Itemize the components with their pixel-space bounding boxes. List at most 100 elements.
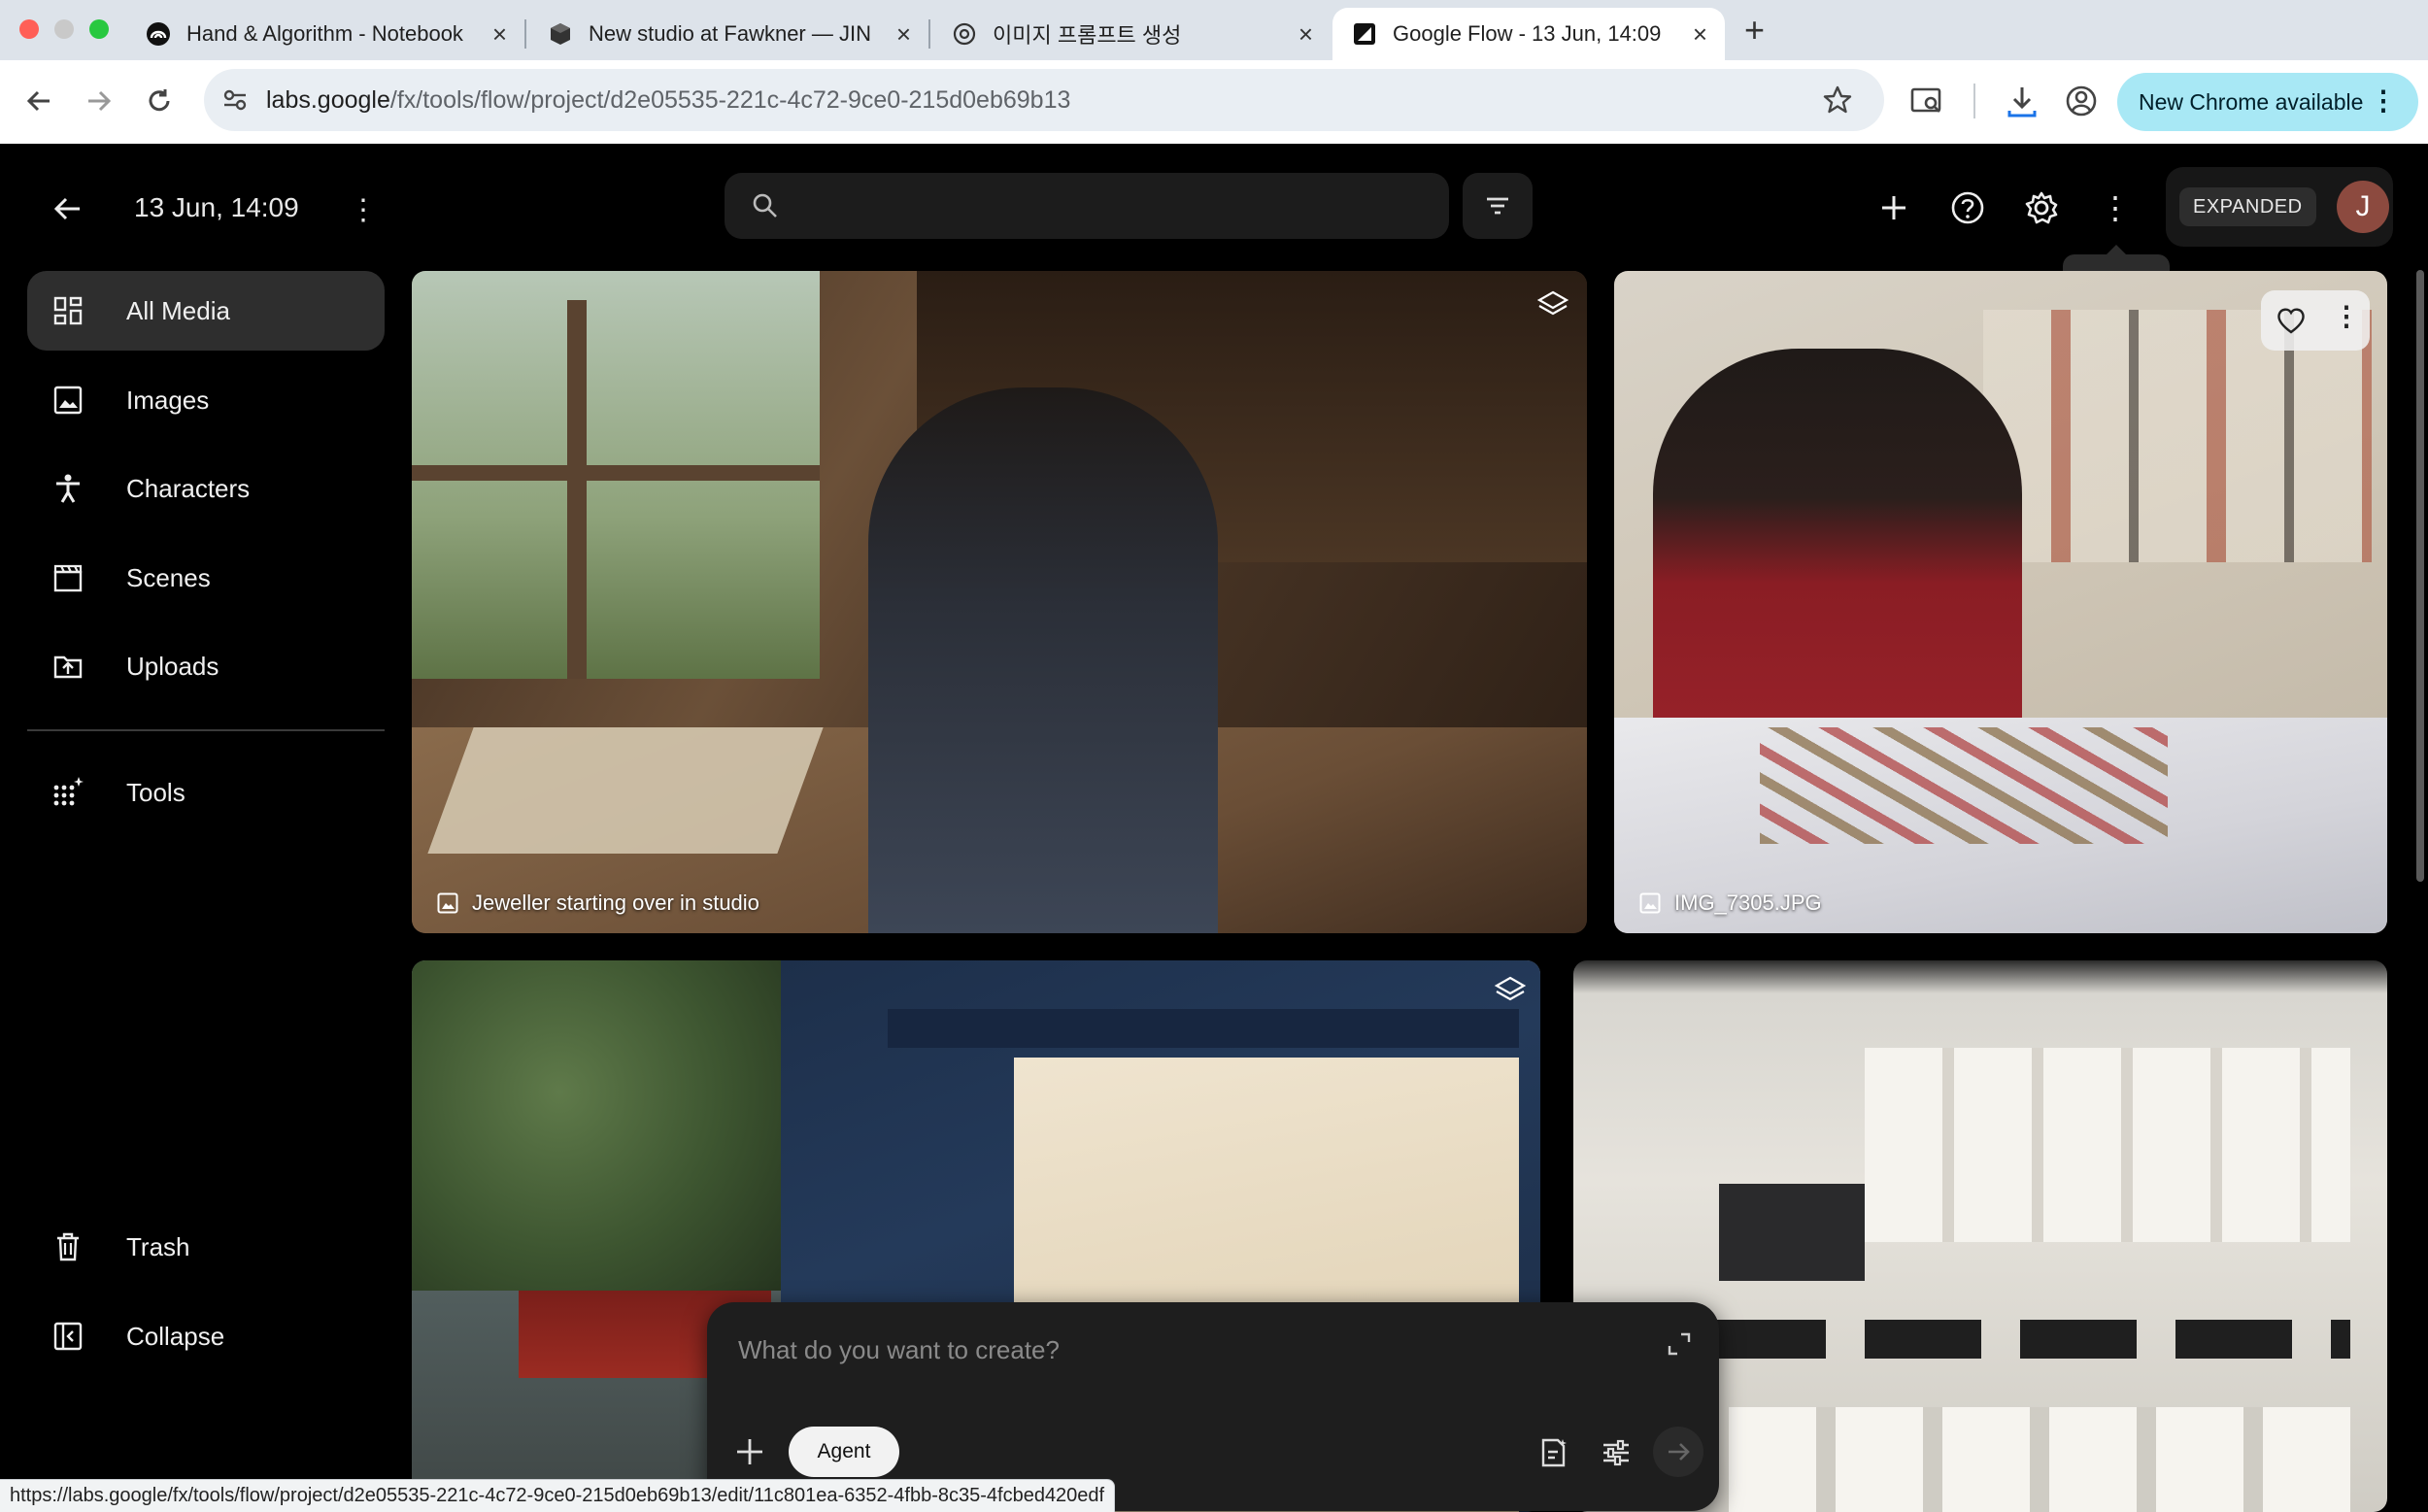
gear-icon	[2025, 191, 2058, 224]
expand-icon[interactable]	[1667, 1331, 1692, 1357]
arrow-right-icon	[1669, 1443, 1690, 1461]
sidebar-item-label: Tools	[126, 777, 185, 807]
link-status-bar: https://labs.google/fx/tools/flow/projec…	[0, 1479, 1116, 1512]
close-tab-icon[interactable]: ×	[492, 19, 507, 50]
minimize-window-button[interactable]	[54, 19, 74, 39]
heart-icon[interactable]	[2276, 307, 2306, 334]
arrow-left-icon	[53, 197, 80, 220]
back-button[interactable]	[19, 82, 58, 120]
sidebar-item-label: Scenes	[126, 562, 211, 592]
sidebar-item-uploads[interactable]: Uploads	[27, 626, 385, 706]
grid-icon	[51, 293, 85, 328]
agent-toggle[interactable]: Agent	[789, 1427, 899, 1477]
add-button[interactable]	[1872, 186, 1915, 229]
url-path: /fx/tools/flow/project/d2e05535-221c-4c7…	[389, 86, 1071, 114]
media-caption-text: IMG_7305.JPG	[1674, 890, 1822, 915]
media-caption-text: Jeweller starting over in studio	[472, 890, 759, 915]
trees-image-region	[412, 960, 781, 1291]
more-vert-icon[interactable]: ⋮	[2333, 300, 2360, 332]
card-actions: ⋮	[2261, 290, 2370, 351]
sidebar-divider	[27, 729, 385, 731]
search-input[interactable]	[725, 173, 1449, 239]
account-area: EXPANDED J	[2166, 167, 2393, 247]
browser-toolbar: labs.google/fx/tools/flow/project/d2e055…	[0, 60, 2428, 144]
forward-button[interactable]	[80, 82, 118, 120]
media-caption: IMG_7305.JPG	[1639, 890, 1822, 916]
avatar[interactable]: J	[2337, 181, 2389, 233]
tab-title: Hand & Algorithm - Notebook	[186, 21, 463, 46]
sidebar-item-label: Trash	[126, 1231, 190, 1261]
prompt-input[interactable]: What do you want to create?	[738, 1335, 1060, 1365]
cast-icon[interactable]	[1909, 85, 1944, 118]
image-icon	[51, 383, 85, 418]
sidebar-item-label: Uploads	[126, 651, 219, 681]
maximize-window-button[interactable]	[89, 19, 109, 39]
sidebar-item-all-media[interactable]: All Media	[27, 271, 385, 351]
browser-tab-flow[interactable]: Google Flow - 13 Jun, 14:09 ×	[1332, 8, 1725, 60]
sidebar-item-collapse[interactable]: Collapse	[27, 1296, 385, 1376]
url-text: labs.google/fx/tools/flow/project/d2e055…	[266, 86, 1070, 115]
layers-icon	[1536, 290, 1569, 316]
close-window-button[interactable]	[19, 19, 39, 39]
rings-shelf-image-region	[1709, 1320, 2350, 1359]
profile-icon[interactable]	[2065, 84, 2098, 118]
download-icon[interactable]	[2005, 84, 2040, 120]
close-tab-icon[interactable]: ×	[1693, 19, 1707, 50]
plus-icon[interactable]	[734, 1436, 765, 1467]
tab-title: 이미지 프롬프트 생성	[993, 23, 1182, 48]
media-card[interactable]: ⋮ IMG_7305.JPG	[1614, 271, 2387, 933]
sidebar-item-characters[interactable]: Characters	[27, 449, 385, 528]
clapperboard-icon	[51, 560, 85, 595]
tab-title: Google Flow - 13 Jun, 14:09	[1393, 21, 1662, 46]
browser-tab-notebook[interactable]: Hand & Algorithm - Notebook ×	[126, 8, 524, 60]
browser-tab-studio[interactable]: New studio at Fawkner — JIN ×	[528, 8, 928, 60]
sidebar-item-label: All Media	[126, 295, 230, 325]
filter-button[interactable]	[1463, 173, 1533, 239]
flow-icon	[1352, 21, 1377, 47]
layers-icon	[1494, 976, 1527, 1001]
window-frame	[412, 465, 820, 481]
prompt-library-icon[interactable]	[1538, 1437, 1569, 1468]
upload-folder-icon	[51, 649, 85, 684]
media-caption: Jeweller starting over in studio	[437, 890, 759, 916]
update-label: New Chrome available	[2139, 88, 2364, 115]
help-button[interactable]	[1946, 186, 1989, 229]
lower-cards-image-region	[1729, 1407, 2350, 1512]
window-frame	[567, 300, 587, 679]
new-tab-button[interactable]: +	[1744, 10, 1765, 50]
sparkle-grid-icon	[51, 775, 85, 810]
sidebar-item-scenes[interactable]: Scenes	[27, 538, 385, 618]
image-icon	[437, 892, 458, 914]
address-bar[interactable]: labs.google/fx/tools/flow/project/d2e055…	[204, 69, 1884, 131]
back-button[interactable]	[45, 186, 89, 231]
site-settings-icon[interactable]	[221, 86, 249, 114]
settings-button[interactable]	[2020, 186, 2063, 229]
new-chrome-available-button[interactable]: New Chrome available ⋮	[2117, 73, 2418, 131]
sidebar-item-label: Images	[126, 385, 210, 415]
laptop-image-region	[1719, 1184, 1865, 1281]
scrollbar[interactable]	[2416, 270, 2424, 882]
project-menu-button[interactable]: ⋮	[346, 188, 381, 231]
bookmark-star-icon[interactable]	[1822, 84, 1853, 116]
sidebar-item-images[interactable]: Images	[27, 360, 385, 440]
send-button[interactable]	[1653, 1427, 1703, 1477]
help-icon	[1951, 191, 1984, 224]
sidebar-item-trash[interactable]: Trash	[27, 1207, 385, 1287]
image-icon	[1639, 892, 1661, 914]
more-button[interactable]: ⋮	[2094, 186, 2137, 229]
sidebar-item-tools[interactable]: Tools	[27, 753, 385, 832]
cube-icon	[548, 21, 573, 47]
close-tab-icon[interactable]: ×	[1298, 19, 1313, 50]
url-host: labs.google	[266, 86, 390, 114]
browser-tab-prompt[interactable]: 이미지 프롬프트 생성 ×	[932, 8, 1331, 60]
display-panels-image-region	[1865, 1048, 2350, 1242]
reload-button[interactable]	[140, 82, 179, 120]
close-tab-icon[interactable]: ×	[896, 19, 911, 50]
tune-icon[interactable]	[1601, 1437, 1632, 1468]
tab-separator	[524, 19, 526, 49]
arrow-right-icon	[88, 90, 112, 112]
plus-icon	[1882, 196, 1905, 219]
mode-badge[interactable]: EXPANDED	[2179, 187, 2316, 226]
openai-icon	[952, 21, 977, 47]
media-card[interactable]: Jeweller starting over in studio	[412, 271, 1587, 933]
